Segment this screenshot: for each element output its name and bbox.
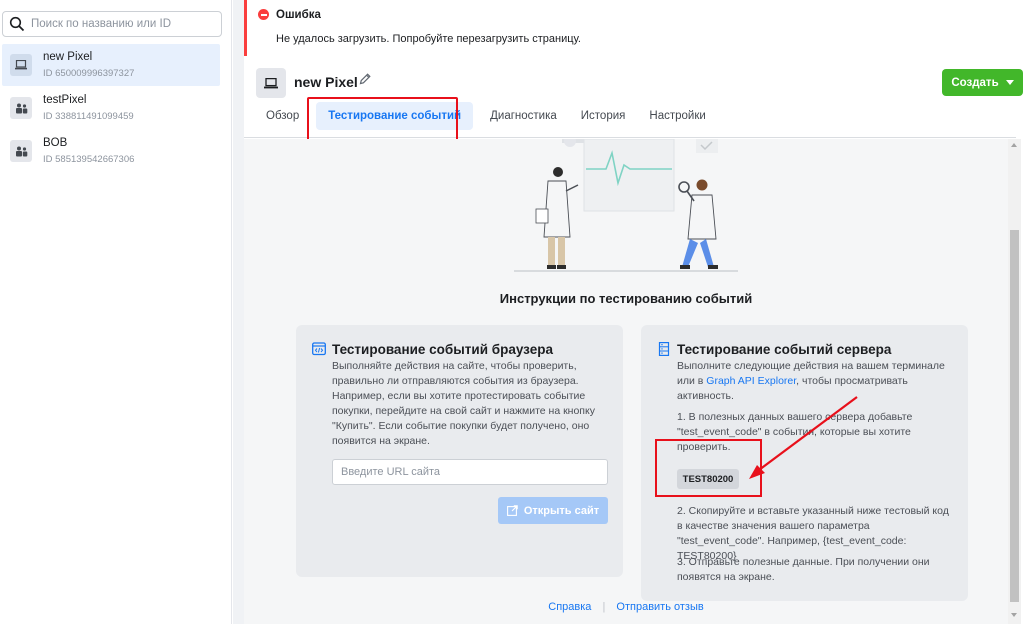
tab-history[interactable]: История — [569, 102, 638, 130]
error-title: Ошибка — [276, 9, 321, 21]
browser-testing-card: Тестирование событий браузера Выполняйте… — [296, 325, 623, 577]
scroll-down-arrow-icon[interactable] — [1011, 613, 1017, 617]
create-button-label: Создать — [951, 76, 999, 89]
laptop-icon — [10, 54, 32, 76]
pixel-id: ID 650009996397327 — [43, 67, 135, 79]
laptop-icon — [256, 68, 286, 98]
scroll-up-arrow-icon[interactable] — [1011, 143, 1017, 147]
browser-code-icon — [312, 342, 326, 356]
search-box[interactable] — [2, 11, 222, 37]
pixel-item-bob[interactable]: BOB ID 585139542667306 — [2, 130, 220, 172]
search-icon — [9, 16, 25, 32]
page-title: new Pixel — [294, 74, 358, 90]
server-testing-card: Тестирование событий сервера Выполните с… — [641, 325, 968, 601]
scrollbar-thumb[interactable] — [1010, 230, 1019, 602]
tab-diagnostics[interactable]: Диагностика — [478, 102, 569, 130]
open-website-label: Открыть сайт — [523, 504, 600, 517]
footer-separator: | — [602, 601, 606, 613]
test-events-content: Инструкции по тестированию событий Тести… — [244, 139, 1008, 624]
pixel-name: BOB — [43, 136, 68, 149]
error-banner: Ошибка Не удалось загрузить. Попробуйте … — [244, 0, 1016, 56]
error-icon — [258, 9, 269, 20]
pixel-list: new Pixel ID 650009996397327 testPixel I… — [2, 44, 220, 173]
pixel-item-testpixel[interactable]: testPixel ID 338811491099459 — [2, 87, 220, 129]
server-card-title: Тестирование событий сервера — [677, 342, 892, 357]
browser-card-text: Выполняйте действия на сайте, чтобы пров… — [332, 360, 595, 447]
search-input[interactable] — [31, 18, 211, 30]
server-step-1: 1. В полезных данных вашего сервера доба… — [677, 411, 913, 453]
people-icon — [10, 97, 32, 119]
testing-illustration — [514, 139, 738, 272]
open-website-button[interactable]: Открыть сайт — [498, 497, 608, 524]
external-link-icon — [506, 505, 518, 516]
test-event-code[interactable]: TEST80200 — [677, 469, 739, 489]
send-feedback-link[interactable]: Отправить отзыв — [616, 601, 703, 613]
tab-bar: Обзор Тестирование событий Диагностика И… — [254, 100, 718, 132]
pixel-id: ID 585139542667306 — [43, 153, 135, 165]
pixel-name: testPixel — [43, 93, 87, 106]
website-url-input[interactable] — [332, 459, 608, 485]
pixel-id: ID 338811491099459 — [43, 110, 134, 122]
tab-test-events[interactable]: Тестирование событий — [316, 102, 474, 130]
people-icon — [10, 140, 32, 162]
layout-gutter — [233, 0, 244, 624]
scrollbar[interactable] — [1008, 139, 1021, 624]
pixel-name: new Pixel — [43, 50, 93, 63]
server-card-intro: Выполните следующие действия на вашем те… — [677, 359, 947, 404]
chevron-down-icon — [1005, 80, 1014, 85]
server-icon — [658, 342, 670, 356]
pixel-item-new-pixel[interactable]: new Pixel ID 650009996397327 — [2, 44, 220, 86]
browser-card-title: Тестирование событий браузера — [332, 342, 553, 357]
tab-overview[interactable]: Обзор — [254, 102, 311, 130]
tab-settings[interactable]: Настройки — [637, 102, 717, 130]
graph-api-explorer-link[interactable]: Graph API Explorer — [706, 375, 796, 387]
error-message: Не удалось загрузить. Попробуйте перезаг… — [276, 33, 581, 45]
instructions-title: Инструкции по тестированию событий — [499, 291, 753, 306]
server-step-3: 3. Отправьте полезные данные. При получе… — [677, 556, 930, 583]
sidebar: new Pixel ID 650009996397327 testPixel I… — [0, 0, 232, 624]
pixel-header: new Pixel Создать Обзор Тестирование соб… — [244, 56, 1023, 141]
create-button[interactable]: Создать — [942, 69, 1023, 96]
help-link[interactable]: Справка — [548, 601, 591, 613]
footer-links: Справка | Отправить отзыв — [244, 601, 1008, 613]
main-panel: Ошибка Не удалось загрузить. Попробуйте … — [244, 0, 1024, 624]
pencil-icon[interactable] — [358, 72, 372, 86]
